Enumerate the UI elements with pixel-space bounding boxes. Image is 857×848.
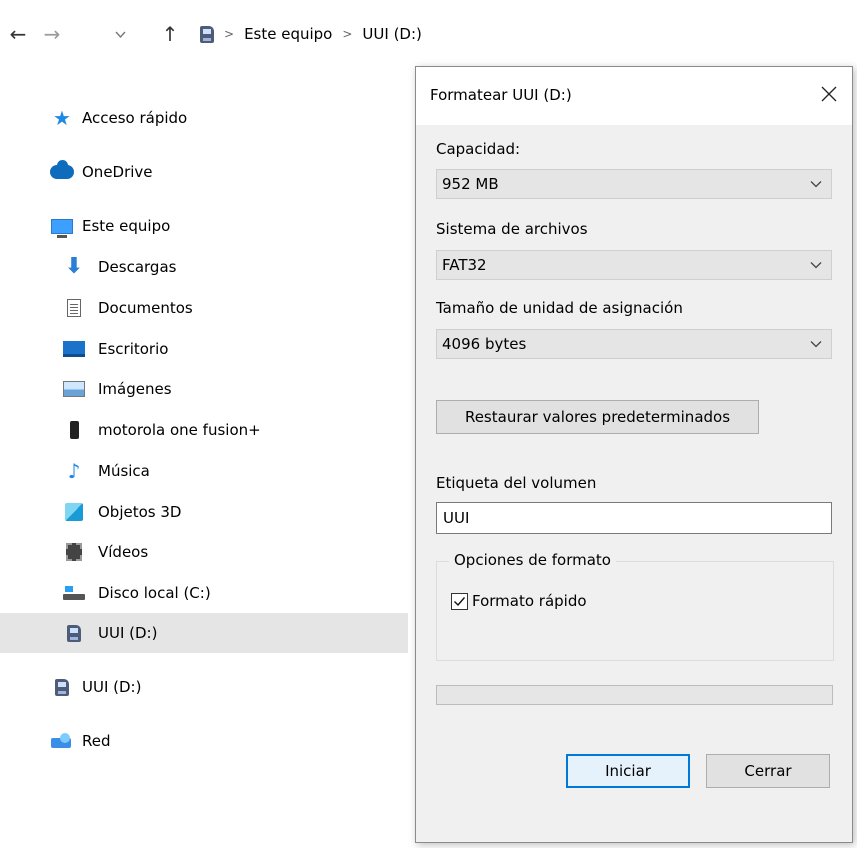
allocation-unit-value: 4096 bytes xyxy=(442,335,527,353)
chevron-down-icon xyxy=(810,181,822,188)
nav-item-label: Documentos xyxy=(98,299,193,317)
nav-item-label: Vídeos xyxy=(98,543,149,561)
back-arrow-icon[interactable]: ← xyxy=(4,22,32,46)
nav-item-uui-d[interactable]: UUI (D:) xyxy=(0,667,408,707)
nav-item-este-equipo[interactable]: Este equipo xyxy=(0,206,408,246)
nav-item-motorola[interactable]: motorola one fusion+ xyxy=(0,410,408,450)
nav-item-objetos-3d[interactable]: Objetos 3D xyxy=(0,492,408,532)
computer-icon xyxy=(50,214,74,238)
sd-drive-icon xyxy=(62,621,86,645)
nav-item-label: UUI (D:) xyxy=(82,678,142,696)
chevron-down-icon xyxy=(810,341,822,348)
nav-item-onedrive[interactable]: OneDrive xyxy=(0,152,408,192)
breadcrumb-item-este-equipo[interactable]: Este equipo xyxy=(244,25,332,43)
allocation-unit-select[interactable]: 4096 bytes xyxy=(436,329,832,359)
format-options-group: Opciones de formato Formato rápido xyxy=(436,551,834,661)
cube-3d-icon xyxy=(62,500,86,524)
star-icon: ★ xyxy=(53,106,71,130)
close-icon[interactable] xyxy=(812,79,846,109)
nav-item-imagenes[interactable]: Imágenes xyxy=(0,369,408,409)
chevron-right-icon[interactable]: > xyxy=(224,27,234,41)
nav-item-label: Este equipo xyxy=(82,217,171,235)
forward-arrow-icon[interactable]: → xyxy=(38,22,66,46)
allocation-unit-label: Tamaño de unidad de asignación xyxy=(436,299,683,317)
recent-locations-chevron-icon[interactable] xyxy=(112,23,128,47)
filesystem-label: Sistema de archivos xyxy=(436,220,588,238)
nav-item-descargas[interactable]: ⬇ Descargas xyxy=(0,247,408,287)
document-icon xyxy=(62,296,86,320)
nav-item-acceso-rapido[interactable]: ★ Acceso rápido xyxy=(0,98,408,138)
nav-item-label: Acceso rápido xyxy=(82,109,188,127)
restore-defaults-button[interactable]: Restaurar valores predeterminados xyxy=(436,400,759,434)
nav-item-label: Imágenes xyxy=(98,380,172,398)
up-arrow-icon[interactable]: ↑ xyxy=(156,22,184,46)
breadcrumb-item-uui-d[interactable]: UUI (D:) xyxy=(362,25,421,43)
nav-item-red[interactable]: Red xyxy=(0,721,408,761)
filesystem-select[interactable]: FAT32 xyxy=(436,250,832,280)
nav-item-musica[interactable]: ♪ Música xyxy=(0,451,408,491)
pictures-icon xyxy=(62,377,86,401)
nav-item-uui-d-selected[interactable]: UUI (D:) xyxy=(0,613,408,653)
dialog-title: Formatear UUI (D:) xyxy=(430,86,572,104)
sd-drive-icon xyxy=(200,25,214,43)
quick-format-row[interactable]: Formato rápido xyxy=(451,592,587,610)
format-dialog: Formatear UUI (D:) Capacidad: 952 MB Sis… xyxy=(415,66,853,843)
local-disk-icon xyxy=(62,581,86,605)
cloud-icon xyxy=(50,160,74,184)
desktop-icon xyxy=(62,337,86,361)
sd-drive-icon xyxy=(50,675,74,699)
filesystem-value: FAT32 xyxy=(442,256,487,274)
chevron-down-icon xyxy=(810,262,822,269)
nav-item-disco-local-c[interactable]: Disco local (C:) xyxy=(0,573,408,613)
quick-format-checkbox[interactable] xyxy=(451,592,468,610)
nav-item-label: OneDrive xyxy=(82,163,153,181)
checkmark-icon xyxy=(454,596,466,606)
nav-item-label: Disco local (C:) xyxy=(98,584,211,602)
quick-format-label: Formato rápido xyxy=(472,592,587,610)
nav-item-label: Red xyxy=(82,732,111,750)
nav-item-label: Escritorio xyxy=(98,340,169,358)
format-options-legend: Opciones de formato xyxy=(449,551,616,569)
nav-item-label: UUI (D:) xyxy=(98,624,158,642)
capacity-value: 952 MB xyxy=(442,175,499,193)
breadcrumb: > Este equipo > UUI (D:) xyxy=(200,22,422,46)
start-button[interactable]: Iniciar xyxy=(566,754,690,788)
capacity-select[interactable]: 952 MB xyxy=(436,169,832,199)
nav-item-escritorio[interactable]: Escritorio xyxy=(0,329,408,369)
download-icon: ⬇ xyxy=(64,254,84,279)
volume-label-input[interactable]: UUI xyxy=(436,502,832,534)
nav-item-label: Objetos 3D xyxy=(98,503,182,521)
dialog-titlebar[interactable]: Formatear UUI (D:) xyxy=(416,67,852,125)
phone-icon xyxy=(62,418,86,442)
video-icon xyxy=(62,540,86,564)
capacity-label: Capacidad: xyxy=(436,140,521,158)
format-progress-bar xyxy=(436,685,833,705)
chevron-right-icon[interactable]: > xyxy=(342,27,352,41)
address-bar: ← → ↑ > Este equipo > UUI (D:) xyxy=(0,0,857,66)
volume-label-label: Etiqueta del volumen xyxy=(436,474,597,492)
nav-item-label: motorola one fusion+ xyxy=(98,421,261,439)
nav-item-documentos[interactable]: Documentos xyxy=(0,288,408,328)
close-button[interactable]: Cerrar xyxy=(706,754,830,788)
nav-item-videos[interactable]: Vídeos xyxy=(0,532,408,572)
nav-item-label: Descargas xyxy=(98,258,177,276)
nav-item-label: Música xyxy=(98,462,150,480)
music-icon: ♪ xyxy=(67,459,81,483)
network-icon xyxy=(50,729,74,753)
